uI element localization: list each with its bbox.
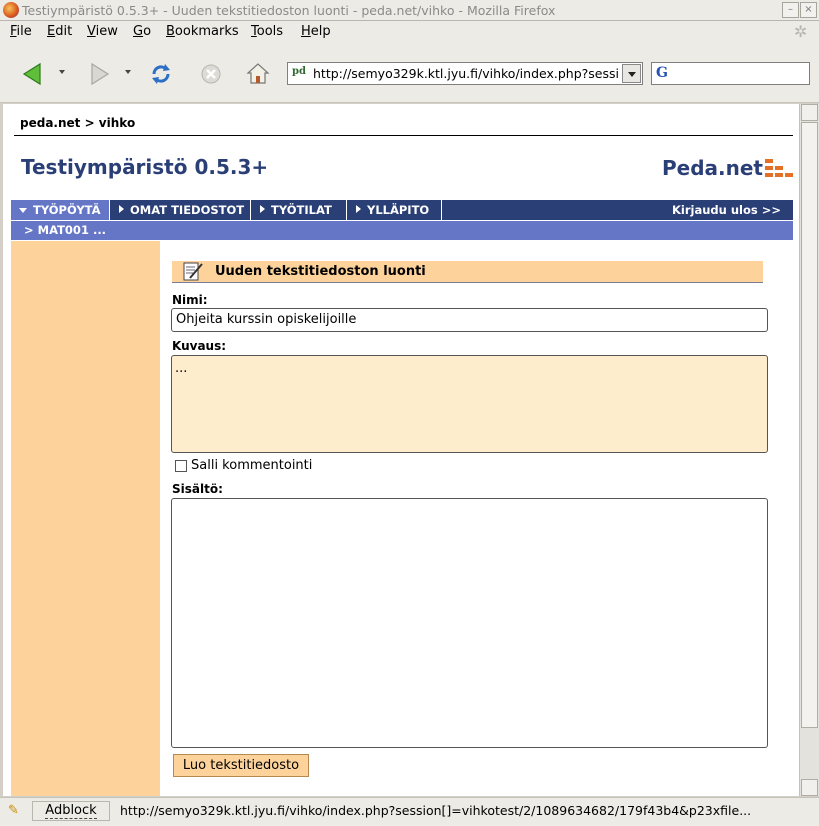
url-text[interactable]: http://semyo329k.ktl.jyu.fi/vihko/index.… bbox=[313, 66, 619, 81]
status-text: http://semyo329k.ktl.jyu.fi/vihko/index.… bbox=[120, 803, 752, 818]
back-history-dropdown[interactable] bbox=[59, 70, 65, 74]
scroll-down-button[interactable] bbox=[801, 779, 818, 796]
description-label: Kuvaus: bbox=[172, 339, 227, 353]
adblock-button[interactable]: Adblock bbox=[32, 801, 110, 821]
close-button[interactable]: × bbox=[800, 2, 817, 18]
security-icon: ✎ bbox=[8, 803, 19, 818]
tab-tyotilat[interactable]: TYÖTILAT bbox=[252, 200, 347, 220]
forward-history-dropdown[interactable] bbox=[125, 70, 131, 74]
triangle-right-icon bbox=[119, 205, 124, 213]
logout-link[interactable]: Kirjaudu ulos >> bbox=[672, 200, 781, 220]
create-text-file-button[interactable]: Luo tekstitiedosto bbox=[173, 754, 309, 777]
allow-comments-label[interactable]: Salli kommentointi bbox=[191, 458, 312, 473]
page-viewport: peda.net > vihko Testiympäristö 0.5.3+ P… bbox=[3, 104, 799, 796]
scroll-thumb[interactable] bbox=[801, 122, 818, 728]
vertical-scrollbar[interactable] bbox=[799, 104, 819, 796]
url-history-dropdown[interactable] bbox=[622, 64, 641, 83]
menu-edit[interactable]: Edit bbox=[47, 24, 72, 39]
minimize-button[interactable]: – bbox=[782, 2, 799, 18]
sub-navigation-mat001[interactable]: > MAT001 ... bbox=[11, 221, 793, 240]
tab-yllapito[interactable]: YLLÄPITO bbox=[348, 200, 442, 220]
form-title: Uuden tekstitiedoston luonti bbox=[215, 264, 426, 279]
status-bar: ✎ Adblock http://semyo329k.ktl.jyu.fi/vi… bbox=[0, 797, 819, 826]
menu-go[interactable]: Go bbox=[133, 24, 151, 39]
name-input[interactable]: Ohjeita kurssin opiskelijoille bbox=[171, 308, 768, 332]
throbber-icon: ✲ bbox=[794, 22, 808, 41]
navigation-toolbar: pd http://semyo329k.ktl.jyu.fi/vihko/ind… bbox=[0, 43, 819, 103]
peda-net-logo[interactable]: Peda.net bbox=[662, 156, 763, 180]
window-titlebar: Testiympäristö 0.5.3+ - Uuden tekstitied… bbox=[0, 0, 819, 21]
peda-net-logo-icon bbox=[765, 159, 793, 177]
menu-help[interactable]: Help bbox=[301, 24, 331, 39]
search-bar[interactable]: G bbox=[651, 62, 810, 85]
breadcrumb-divider bbox=[14, 135, 793, 136]
content-textarea[interactable] bbox=[171, 498, 768, 748]
name-label: Nimi: bbox=[172, 293, 208, 307]
triangle-down-icon bbox=[19, 208, 27, 213]
menu-view[interactable]: View bbox=[87, 24, 118, 39]
url-bar[interactable]: pd http://semyo329k.ktl.jyu.fi/vihko/ind… bbox=[287, 62, 643, 85]
stop-icon[interactable] bbox=[198, 61, 224, 87]
triangle-right-icon bbox=[260, 205, 265, 213]
tab-omat-tiedostot[interactable]: OMAT TIEDOSTOT bbox=[111, 200, 251, 220]
forward-arrow-icon[interactable] bbox=[86, 61, 112, 87]
google-search-icon[interactable]: G bbox=[656, 65, 668, 81]
menu-bookmarks[interactable]: Bookmarks bbox=[166, 24, 239, 39]
edit-document-icon bbox=[183, 262, 203, 281]
scroll-up-button[interactable] bbox=[801, 104, 818, 121]
window-title: Testiympäristö 0.5.3+ - Uuden tekstitied… bbox=[22, 3, 556, 18]
tab-tyopoyta[interactable]: TYÖPÖYTÄ bbox=[11, 200, 110, 220]
reload-icon[interactable] bbox=[148, 61, 174, 87]
allow-comments-checkbox[interactable] bbox=[175, 460, 187, 472]
site-title: Testiympäristö 0.5.3+ bbox=[21, 155, 269, 179]
main-navigation: TYÖPÖYTÄ OMAT TIEDOSTOT TYÖTILAT YLLÄPIT… bbox=[11, 200, 793, 220]
left-sidebar bbox=[11, 241, 160, 796]
form-header: Uuden tekstitiedoston luonti bbox=[172, 261, 763, 283]
breadcrumb[interactable]: peda.net > vihko bbox=[20, 116, 135, 130]
menu-tools[interactable]: Tools bbox=[251, 24, 283, 39]
menu-file[interactable]: File bbox=[10, 24, 32, 39]
home-icon[interactable] bbox=[245, 61, 271, 87]
description-textarea[interactable]: ... bbox=[171, 355, 768, 453]
menu-bar: File Edit View Go Bookmarks Tools Help ✲ bbox=[0, 21, 819, 43]
site-favicon-icon: pd bbox=[292, 66, 306, 77]
back-arrow-icon[interactable] bbox=[20, 61, 46, 87]
triangle-right-icon bbox=[356, 205, 361, 213]
content-label: Sisältö: bbox=[172, 482, 223, 496]
firefox-icon bbox=[3, 2, 19, 18]
